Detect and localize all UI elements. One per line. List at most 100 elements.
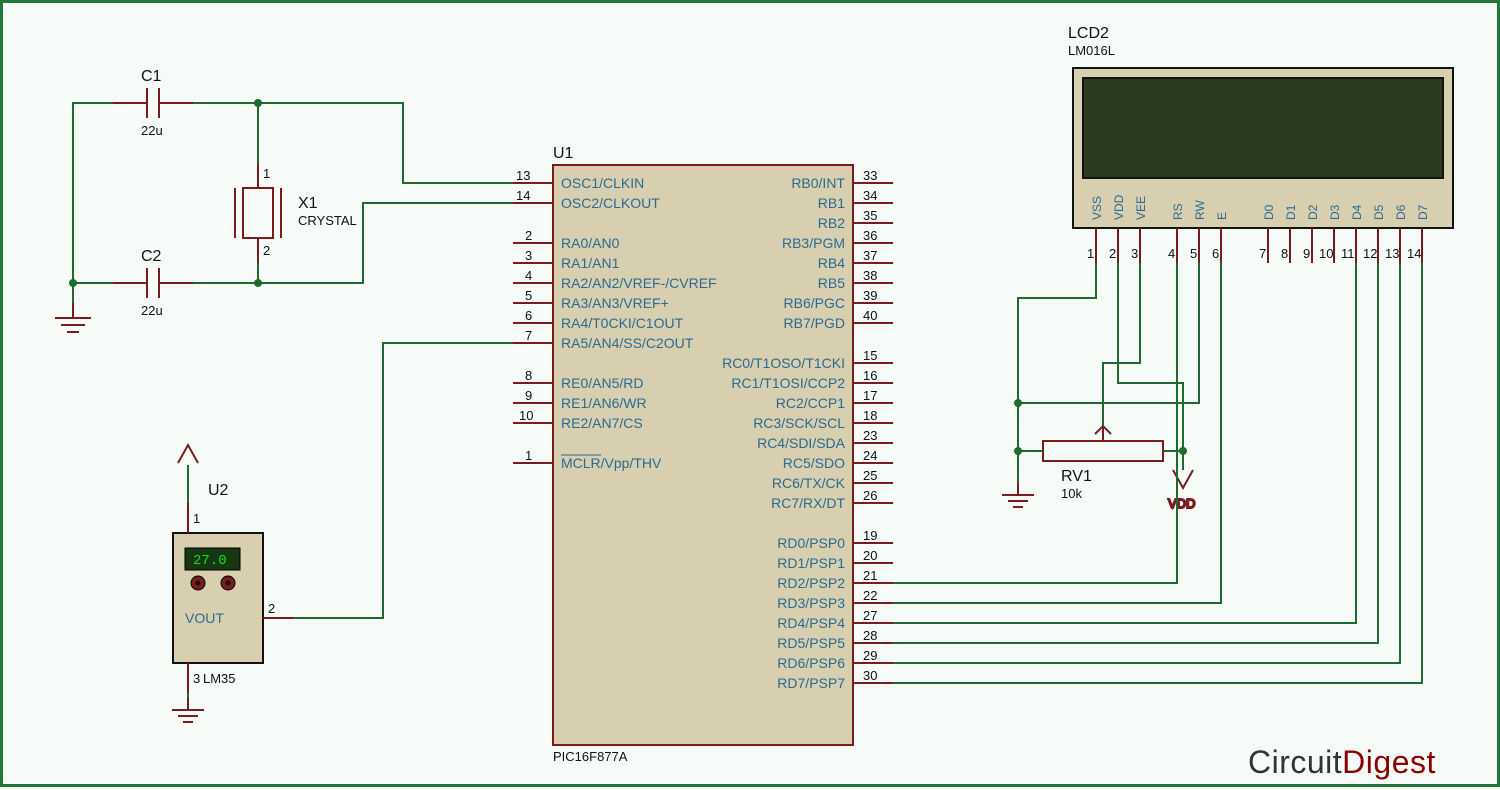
svg-text:D5: D5 — [1372, 204, 1386, 220]
svg-text:14: 14 — [1407, 246, 1421, 261]
svg-text:15: 15 — [863, 348, 877, 363]
svg-text:RB3/PGM: RB3/PGM — [782, 235, 845, 251]
c2-ref: C2 — [141, 248, 162, 265]
svg-text:7: 7 — [1259, 246, 1266, 261]
svg-text:RW: RW — [1193, 200, 1207, 220]
svg-text:3: 3 — [1131, 246, 1138, 261]
svg-text:3: 3 — [525, 248, 532, 263]
svg-text:MCLR/Vpp/THV: MCLR/Vpp/THV — [561, 455, 662, 471]
svg-text:2: 2 — [263, 243, 270, 258]
svg-text:1: 1 — [263, 166, 270, 181]
svg-text:18: 18 — [863, 408, 877, 423]
svg-text:RE0/AN5/RD: RE0/AN5/RD — [561, 375, 643, 391]
svg-text:VDD: VDD — [1112, 194, 1126, 220]
svg-text:RC3/SCK/SCL: RC3/SCK/SCL — [753, 415, 845, 431]
svg-text:9: 9 — [1303, 246, 1310, 261]
svg-text:RE1/AN6/WR: RE1/AN6/WR — [561, 395, 647, 411]
svg-text:D7: D7 — [1416, 204, 1430, 220]
svg-text:VEE: VEE — [1134, 196, 1148, 220]
svg-text:RD4/PSP4: RD4/PSP4 — [777, 615, 845, 631]
rv1-ref: RV1 — [1061, 468, 1092, 485]
svg-text:RC2/CCP1: RC2/CCP1 — [776, 395, 845, 411]
svg-text:33: 33 — [863, 168, 877, 183]
rv1-value: 10k — [1061, 486, 1082, 501]
svg-text:10: 10 — [519, 408, 533, 423]
svg-text:1: 1 — [1087, 246, 1094, 261]
svg-text:28: 28 — [863, 628, 877, 643]
svg-text:RA4/T0CKI/C1OUT: RA4/T0CKI/C1OUT — [561, 315, 684, 331]
svg-text:RD5/PSP5: RD5/PSP5 — [777, 635, 845, 651]
svg-text:CircuitDigest: CircuitDigest — [1248, 744, 1436, 780]
svg-text:RB7/PGD: RB7/PGD — [784, 315, 845, 331]
c1-ref: C1 — [141, 68, 162, 85]
svg-text:1: 1 — [193, 511, 200, 526]
svg-text:RC5/SDO: RC5/SDO — [783, 455, 845, 471]
svg-text:RD3/PSP3: RD3/PSP3 — [777, 595, 845, 611]
lcd: LCD2 LM016L VSS VDD VEE RS RW E D0 D1 D2… — [1068, 25, 1453, 263]
potentiometer-rv1: RV1 10k — [1043, 426, 1163, 501]
u2-part: LM35 — [203, 671, 236, 686]
ground-lm35 — [172, 698, 204, 722]
crystal-x1: 1 2 X1 CRYSTAL — [235, 163, 357, 263]
svg-text:34: 34 — [863, 188, 877, 203]
svg-text:22: 22 — [863, 588, 877, 603]
svg-text:OSC2/CLKOUT: OSC2/CLKOUT — [561, 195, 660, 211]
svg-text:D2: D2 — [1306, 204, 1320, 220]
svg-text:6: 6 — [525, 308, 532, 323]
c2-value: 22u — [141, 303, 163, 318]
svg-text:8: 8 — [1281, 246, 1288, 261]
svg-text:OSC1/CLKIN: OSC1/CLKIN — [561, 175, 644, 191]
svg-text:40: 40 — [863, 308, 877, 323]
svg-text:3: 3 — [193, 671, 200, 686]
watermark: CircuitDigest — [1248, 744, 1436, 780]
svg-text:RC6/TX/CK: RC6/TX/CK — [772, 475, 846, 491]
svg-text:13: 13 — [1385, 246, 1399, 261]
svg-text:RC1/T1OSI/CCP2: RC1/T1OSI/CCP2 — [731, 375, 845, 391]
svg-text:RA1/AN1: RA1/AN1 — [561, 255, 620, 271]
svg-text:11: 11 — [1341, 246, 1355, 261]
svg-text:25: 25 — [863, 468, 877, 483]
capacitor-c2: C2 22u — [113, 248, 193, 318]
svg-text:9: 9 — [525, 388, 532, 403]
power-lm35-icon — [178, 445, 198, 463]
svg-text:6: 6 — [1212, 246, 1219, 261]
svg-text:4: 4 — [525, 268, 532, 283]
u2-ref: U2 — [208, 482, 229, 499]
svg-text:RD6/PSP6: RD6/PSP6 — [777, 655, 845, 671]
svg-text:27: 27 — [863, 608, 877, 623]
svg-text:RD7/PSP7: RD7/PSP7 — [777, 675, 845, 691]
svg-text:37: 37 — [863, 248, 877, 263]
svg-text:4: 4 — [1168, 246, 1175, 261]
lcd-part: LM016L — [1068, 43, 1115, 58]
svg-text:38: 38 — [863, 268, 877, 283]
svg-text:5: 5 — [525, 288, 532, 303]
svg-text:RD2/PSP2: RD2/PSP2 — [777, 575, 845, 591]
svg-text:RA0/AN0: RA0/AN0 — [561, 235, 620, 251]
svg-text:20: 20 — [863, 548, 877, 563]
vdd-label: VDD — [1168, 496, 1195, 511]
svg-text:35: 35 — [863, 208, 877, 223]
svg-text:D0: D0 — [1262, 204, 1276, 220]
svg-text:16: 16 — [863, 368, 877, 383]
svg-text:D6: D6 — [1394, 204, 1408, 220]
svg-text:5: 5 — [1190, 246, 1197, 261]
svg-text:36: 36 — [863, 228, 877, 243]
svg-text:24: 24 — [863, 448, 877, 463]
svg-text:RA5/AN4/SS/C2OUT: RA5/AN4/SS/C2OUT — [561, 335, 694, 351]
svg-text:17: 17 — [863, 388, 877, 403]
x1-part: CRYSTAL — [298, 213, 357, 228]
svg-text:2: 2 — [268, 601, 275, 616]
svg-text:RB1: RB1 — [818, 195, 845, 211]
c1-value: 22u — [141, 123, 163, 138]
svg-text:RB6/PGC: RB6/PGC — [784, 295, 845, 311]
svg-text:8: 8 — [525, 368, 532, 383]
lcd-ref: LCD2 — [1068, 25, 1109, 42]
lm35-u2: 27.0 VOUT 1 2 3 U2 LM35 — [173, 482, 293, 693]
svg-text:13: 13 — [516, 168, 530, 183]
svg-text:RD1/PSP1: RD1/PSP1 — [777, 555, 845, 571]
svg-text:19: 19 — [863, 528, 877, 543]
svg-text:RB0/INT: RB0/INT — [791, 175, 845, 191]
lm35-vout: VOUT — [185, 610, 224, 626]
x1-ref: X1 — [298, 195, 318, 212]
svg-text:26: 26 — [863, 488, 877, 503]
